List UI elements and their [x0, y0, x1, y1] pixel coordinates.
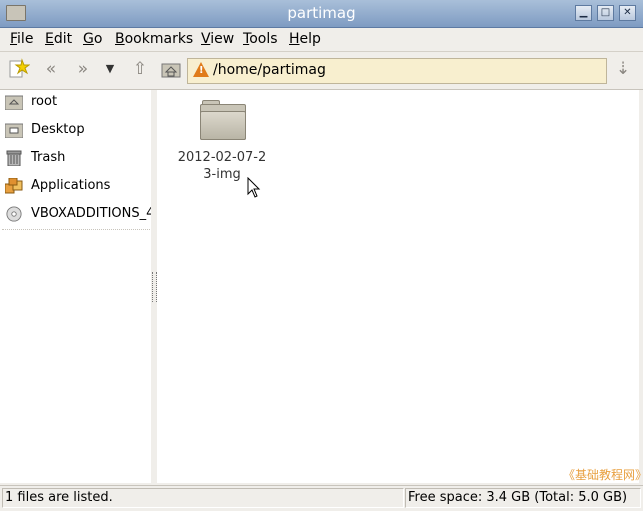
sidebar-item-label: Desktop	[31, 122, 85, 137]
status-free-space: Free space: 3.4 GB (Total: 5.0 GB)	[405, 488, 641, 508]
history-dropdown-icon[interactable]: ▼	[99, 58, 121, 80]
folder-name-line1: 2012-02-07-2	[177, 150, 267, 165]
sidebar: root Desktop Trash Applications VBOXADDI…	[0, 90, 155, 483]
sidebar-item-trash[interactable]: Trash	[0, 146, 151, 172]
location-bar[interactable]: ! /home/partimag	[187, 58, 607, 84]
sidebar-item-vboxadditions[interactable]: VBOXADDITIONS_4	[0, 202, 155, 228]
file-view[interactable]: 2012-02-07-2 3-img	[157, 90, 639, 483]
statusbar: 1 files are listed. Free space: 3.4 GB (…	[0, 485, 643, 511]
menu-go[interactable]: Go	[83, 31, 102, 47]
bookmark-location-icon[interactable]: ⇣	[612, 58, 634, 80]
home-icon[interactable]	[160, 58, 182, 80]
window-titlebar[interactable]: partimag ▁ □ ✕	[0, 0, 643, 28]
sidebar-item-label: VBOXADDITIONS_4	[31, 206, 155, 221]
window-title: partimag	[287, 4, 356, 22]
back-icon[interactable]: «	[40, 58, 62, 80]
folder-icon	[200, 100, 246, 140]
folder-item[interactable]: 2012-02-07-2 3-img	[167, 100, 277, 183]
menubar: File Edit Go Bookmarks View Tools Help	[0, 28, 643, 52]
applications-icon	[5, 178, 23, 194]
sidebar-separator	[2, 229, 150, 230]
warning-icon: !	[193, 62, 209, 77]
menu-help[interactable]: Help	[289, 31, 321, 47]
status-left-text: 1 files are listed.	[5, 490, 113, 505]
location-path: /home/partimag	[213, 62, 326, 78]
menu-bookmarks[interactable]: Bookmarks	[115, 31, 193, 47]
sidebar-item-root[interactable]: root	[0, 90, 151, 116]
mouse-pointer-icon	[247, 177, 261, 198]
status-right-text: Free space: 3.4 GB (Total: 5.0 GB)	[408, 490, 628, 505]
forward-icon[interactable]: »	[72, 58, 94, 80]
maximize-button[interactable]: □	[597, 5, 614, 21]
pane-splitter[interactable]	[151, 90, 157, 483]
sidebar-item-desktop[interactable]: Desktop	[0, 118, 151, 144]
trash-icon	[6, 150, 22, 166]
watermark: 《基础教程网》	[563, 468, 643, 482]
minimize-button[interactable]: ▁	[575, 5, 592, 21]
desktop-folder-icon	[5, 123, 23, 138]
menu-edit[interactable]: Edit	[45, 31, 72, 47]
home-folder-icon	[5, 95, 23, 110]
menu-view[interactable]: View	[201, 31, 234, 47]
close-button[interactable]: ✕	[619, 5, 636, 21]
cd-icon	[6, 206, 22, 222]
sidebar-item-label: root	[31, 94, 58, 109]
menu-tools[interactable]: Tools	[243, 31, 278, 47]
sidebar-item-label: Trash	[31, 150, 66, 165]
up-icon[interactable]: ⇧	[129, 58, 151, 80]
sidebar-item-applications[interactable]: Applications	[0, 174, 151, 200]
status-file-count: 1 files are listed.	[2, 488, 404, 508]
folder-name-line2: 3-img	[203, 167, 241, 182]
menu-file[interactable]: File	[10, 31, 33, 47]
sidebar-item-label: Applications	[31, 178, 111, 193]
new-tab-icon[interactable]	[8, 58, 31, 80]
